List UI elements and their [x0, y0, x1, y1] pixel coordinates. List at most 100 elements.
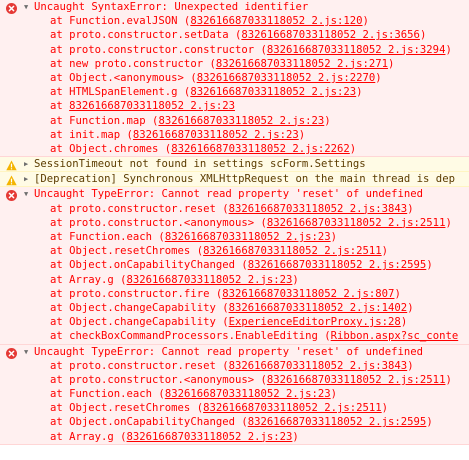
source-link[interactable]: ExperienceEditorProxy.js:28	[229, 316, 401, 328]
frame-function: at Array.g (	[50, 273, 127, 286]
source-link[interactable]: 832616687033118052 2.js:2511	[267, 217, 446, 229]
source-link[interactable]: 832616687033118052 2.js:120	[190, 15, 362, 27]
stack-frame: at proto.constructor.reset (832616687033…	[0, 202, 469, 216]
source-link[interactable]: 832616687033118052 2.js:2511	[203, 245, 382, 257]
frame-suffix: )	[330, 388, 338, 401]
source-link[interactable]: 832616687033118052 2.js:23	[133, 129, 299, 141]
source-link[interactable]: 832616687033118052 2.js:23	[69, 100, 235, 112]
frame-suffix: )	[419, 29, 427, 42]
message-text: Uncaught TypeError: Cannot read property…	[34, 188, 424, 201]
source-link[interactable]: Ribbon.aspx?sc_conte	[331, 330, 459, 342]
frame-function: at Object.onCapabilityChanged (	[50, 416, 248, 429]
stack-frame: at Array.g (832616687033118052 2.js:23)	[0, 430, 469, 444]
message-header[interactable]: ▶ [Deprecation] Synchronous XMLHttpReques…	[0, 172, 469, 186]
message-header[interactable]: ▼ Uncaught TypeError: Cannot read propert…	[0, 187, 469, 201]
frame-suffix: )	[388, 57, 395, 70]
frame-function: at proto.constructor.fire (	[50, 287, 223, 300]
frame-suffix: )	[407, 359, 414, 372]
source-link[interactable]: 832616687033118052 2.js:3294	[267, 44, 446, 56]
frame-function: at Object.resetChromes (	[50, 402, 204, 415]
source-link[interactable]: 832616687033118052 2.js:3843	[229, 360, 408, 372]
frame-suffix: )	[445, 216, 452, 229]
console-message-warning: ▶ SessionTimeout not found in settings sc…	[0, 157, 469, 173]
source-link[interactable]: 832616687033118052 2.js:23	[190, 86, 356, 98]
source-link[interactable]: 832616687033118052 2.js:807	[222, 288, 394, 300]
frame-function: at Function.each (	[50, 388, 165, 401]
stack-frame: at Object.resetChromes (8326166870331180…	[0, 401, 469, 415]
frame-function: at checkBoxCommandProcessors.EnableEditi…	[50, 330, 331, 343]
triangle-right-icon[interactable]: ▶	[24, 172, 28, 186]
stack-frame: at proto.constructor.<anonymous> (832616…	[0, 373, 469, 387]
stack-frame: at Object.changeCapability (ExperienceEd…	[0, 315, 469, 329]
stack-frame: at proto.constructor.<anonymous> (832616…	[0, 216, 469, 230]
stack-frame: at Object.changeCapability (832616687033…	[0, 301, 469, 315]
console-message-error: ▼ Uncaught SyntaxError: Unexpected identi…	[0, 0, 469, 158]
frame-suffix: )	[292, 273, 299, 286]
frame-suffix: )	[400, 316, 408, 329]
stack-frame: at Object.resetChromes (8326166870331180…	[0, 244, 469, 258]
stack-frame: at proto.constructor.constructor (832616…	[0, 43, 469, 57]
error-circle-icon	[6, 3, 17, 14]
frame-function: at Object.resetChromes (	[50, 245, 204, 258]
message-text: Uncaught SyntaxError: Unexpected identif…	[34, 1, 309, 13]
frame-suffix: )	[292, 430, 299, 443]
console-message-error: ▼ Uncaught TypeError: Cannot read propert…	[0, 344, 469, 445]
frame-suffix: )	[298, 128, 306, 141]
stack-frame: at Object.<anonymous> (83261668703311805…	[0, 71, 469, 85]
frame-function: at HTMLSpanElement.g (	[50, 86, 191, 99]
stack-frame: at Function.each (832616687033118052 2.j…	[0, 230, 469, 244]
source-link[interactable]: 832616687033118052 2.js:2270	[197, 72, 376, 84]
frame-suffix: )	[407, 301, 414, 314]
source-link[interactable]: 832616687033118052 2.js:3843	[229, 203, 408, 215]
stack-frame: at new proto.constructor (83261668703311…	[0, 57, 469, 71]
triangle-down-icon[interactable]: ▼	[24, 187, 28, 201]
frame-suffix: )	[426, 259, 433, 272]
source-link[interactable]: 832616687033118052 2.js:23	[127, 274, 293, 286]
source-link[interactable]: 832616687033118052 2.js:23	[158, 115, 324, 127]
source-link[interactable]: 832616687033118052 2.js:2511	[267, 374, 446, 386]
message-header[interactable]: ▼ Uncaught TypeError: Cannot read propert…	[0, 345, 469, 359]
frame-function: at proto.constructor.setData (	[50, 29, 242, 42]
message-header[interactable]: ▶ SessionTimeout not found in settings sc…	[0, 157, 469, 171]
frame-suffix: )	[394, 287, 401, 300]
frame-function: at Object.<anonymous> (	[50, 71, 197, 84]
error-circle-icon	[6, 347, 17, 359]
source-link[interactable]: 832616687033118052 2.js:23	[165, 388, 331, 400]
warning-triangle-icon	[6, 160, 17, 171]
stack-frame: at HTMLSpanElement.g (832616687033118052…	[0, 85, 469, 99]
source-link[interactable]: 832616687033118052 2.js:2595	[248, 416, 427, 428]
message-text: Uncaught TypeError: Cannot read property…	[34, 345, 424, 358]
triangle-right-icon[interactable]: ▶	[24, 157, 28, 171]
frame-function: at Function.evalJSON (	[50, 15, 191, 28]
source-link[interactable]: 832616687033118052 2.js:2595	[248, 259, 427, 271]
stack-frame: at Function.evalJSON (832616687033118052…	[0, 14, 469, 28]
frame-function: at proto.constructor.reset (	[50, 202, 229, 215]
stack-frame: at Object.chromes (832616687033118052 2.…	[0, 142, 469, 156]
source-link[interactable]: 832616687033118052 2.js:23	[127, 431, 293, 443]
frame-function: at proto.constructor.<anonymous> (	[50, 216, 267, 229]
source-link[interactable]: 832616687033118052 2.js:23	[165, 231, 331, 243]
triangle-down-icon[interactable]: ▼	[24, 345, 28, 359]
frame-function: at Object.changeCapability (	[50, 301, 229, 314]
frame-suffix: )	[330, 231, 338, 243]
source-link[interactable]: 832616687033118052 2.js:1402	[229, 302, 408, 314]
stack-frame: at Object.onCapabilityChanged (832616687…	[0, 415, 469, 429]
error-circle-icon	[6, 190, 17, 202]
frame-function: at new proto.constructor (	[50, 57, 216, 70]
source-link[interactable]: 832616687033118052 2.js:271	[216, 58, 388, 70]
source-link[interactable]: 832616687033118052 2.js:2511	[203, 402, 382, 414]
message-header[interactable]: ▼ Uncaught SyntaxError: Unexpected identi…	[0, 0, 469, 14]
stack-frame: at Function.map (832616687033118052 2.js…	[0, 114, 469, 128]
source-link[interactable]: 832616687033118052 2.js:2262	[171, 143, 350, 155]
triangle-down-icon[interactable]: ▼	[24, 0, 28, 14]
frame-suffix: )	[381, 402, 389, 415]
source-link[interactable]: 832616687033118052 2.js:3656	[241, 29, 420, 41]
frame-function: at proto.constructor.<anonymous> (	[50, 373, 267, 386]
stack-frame: at proto.constructor.fire (8326166870331…	[0, 287, 469, 301]
stack-frame: at checkBoxCommandProcessors.EnableEditi…	[0, 329, 469, 343]
frame-function: at init.map (	[50, 128, 133, 141]
frame-function: at Object.onCapabilityChanged (	[50, 259, 248, 272]
frame-function: at Function.each (	[50, 231, 165, 243]
frame-suffix: )	[349, 142, 357, 155]
frame-suffix: )	[445, 43, 452, 56]
